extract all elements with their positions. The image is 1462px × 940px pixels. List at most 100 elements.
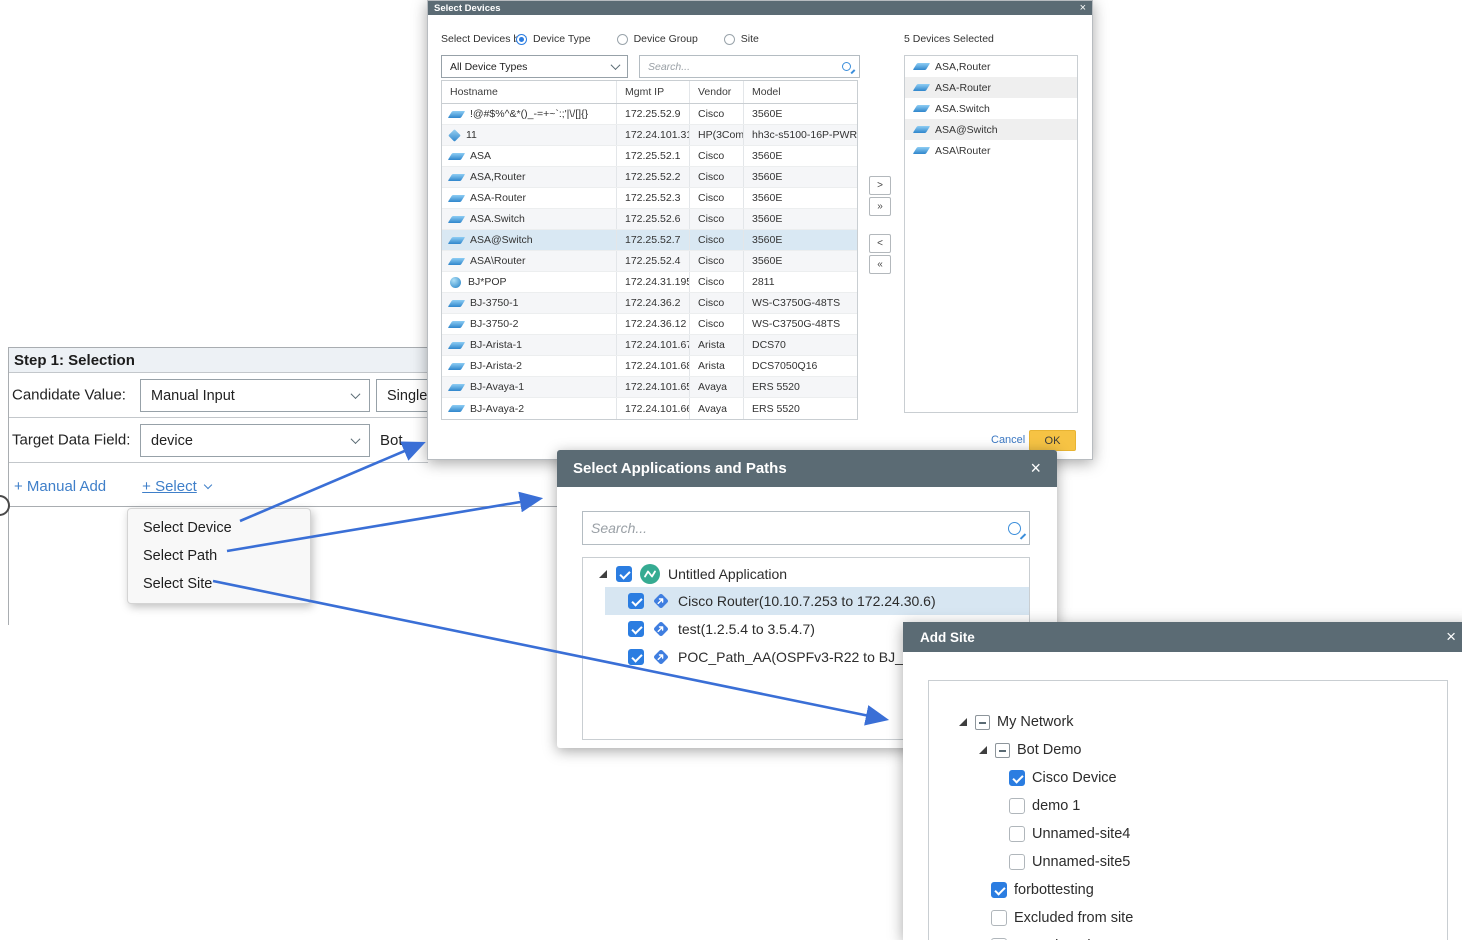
device-vendor: Cisco (690, 209, 744, 229)
radio-button[interactable] (723, 33, 735, 45)
device-model: 3560E (752, 150, 783, 162)
radio-button[interactable] (516, 33, 527, 45)
device-mgmt-ip: 172.24.36.12 (617, 314, 690, 334)
site-tree-row[interactable]: forbottesting (929, 876, 1447, 904)
tree-expander-icon[interactable] (599, 569, 608, 579)
close-icon[interactable]: × (1446, 627, 1456, 647)
column-header-model[interactable]: Model (744, 81, 857, 103)
device-vendor: Cisco (690, 272, 744, 292)
device-model: 3560E (752, 213, 783, 225)
device-table-row[interactable]: !@#$%^&*()_-=+~`:;'|\/[]{} 172.25.52.9 C… (442, 104, 857, 125)
device-vendor: HP(3Com) (690, 125, 744, 145)
device-hostname: BJ-Arista-1 (470, 339, 522, 351)
checkbox[interactable] (1009, 854, 1025, 870)
move-right-button[interactable]: > (869, 176, 891, 195)
tree-expander-icon[interactable] (959, 717, 968, 727)
close-icon[interactable]: × (1030, 458, 1041, 479)
checkbox[interactable] (628, 593, 644, 609)
site-label: My Network (997, 714, 1074, 730)
selected-device-row[interactable]: ASA\Router (905, 140, 1077, 161)
device-table-row[interactable]: ASA\Router 172.25.52.4 Cisco 3560E (442, 251, 857, 272)
device-hostname: BJ-Arista-2 (470, 360, 522, 372)
switch-icon (447, 215, 466, 223)
selected-device-row[interactable]: ASA-Router (905, 77, 1077, 98)
move-all-right-button[interactable]: » (869, 197, 891, 216)
checkbox[interactable] (991, 910, 1007, 926)
device-table: Hostname Mgmt IP Vendor Model !@#$%^&*()… (441, 80, 858, 420)
select-devices-title: Select Devices (434, 2, 501, 14)
menu-item[interactable]: Select Device (128, 514, 310, 542)
device-model: hh3c-s5100-16P-PWR-EI (752, 129, 857, 141)
selected-device-name: ASA,Router (935, 60, 991, 73)
device-model: 2811 (752, 276, 775, 288)
candidate-value-dropdown[interactable]: Manual Input (140, 379, 370, 412)
radio-option: Site (723, 33, 759, 45)
collapse-minus-icon[interactable] (995, 742, 1010, 758)
search-icon[interactable] (842, 62, 855, 74)
site-tree-row[interactable]: Unassigned (929, 932, 1447, 940)
manual-add-link[interactable]: + Manual Add (14, 478, 106, 495)
move-left-button[interactable]: < (869, 234, 891, 253)
path-icon (652, 648, 670, 666)
menu-item[interactable]: Select Site (128, 570, 310, 598)
site-tree-row[interactable]: Excluded from site (929, 904, 1447, 932)
menu-item[interactable]: Select Path (128, 542, 310, 570)
site-tree-row[interactable]: Unnamed-site5 (929, 848, 1447, 876)
checkbox[interactable] (616, 566, 632, 582)
target-data-field-dropdown[interactable]: device (140, 424, 370, 457)
chevron-down-icon (350, 389, 361, 400)
ok-button[interactable]: OK (1029, 430, 1076, 451)
device-table-row[interactable]: ASA-Router 172.25.52.3 Cisco 3560E (442, 188, 857, 209)
site-label: Cisco Device (1032, 770, 1117, 786)
column-header-mgmt-ip[interactable]: Mgmt IP (617, 81, 690, 103)
site-tree-row[interactable]: demo 1 (929, 792, 1447, 820)
column-header-hostname[interactable]: Hostname (442, 81, 617, 103)
tree-expander-icon[interactable] (979, 745, 988, 755)
checkbox[interactable] (1009, 770, 1025, 786)
device-search-input[interactable] (640, 60, 842, 73)
device-table-row[interactable]: BJ-Avaya-2 172.24.101.66 Avaya ERS 5520 (442, 398, 857, 419)
move-all-left-button[interactable]: « (869, 255, 891, 274)
device-table-row[interactable]: ASA@Switch 172.25.52.7 Cisco 3560E (442, 230, 857, 251)
device-table-row[interactable]: BJ-3750-2 172.24.36.12 Cisco WS-C3750G-4… (442, 314, 857, 335)
select-link[interactable]: + Select (142, 478, 197, 495)
site-tree-row[interactable]: My Network (929, 708, 1447, 736)
device-table-row[interactable]: BJ-Avaya-1 172.24.101.65 Avaya ERS 5520 (442, 377, 857, 398)
device-model: WS-C3750G-48TS (752, 318, 841, 330)
device-table-row[interactable]: BJ-Arista-2 172.24.101.68 Arista DCS7050… (442, 356, 857, 377)
application-root-row[interactable]: Untitled Application (583, 561, 1029, 587)
device-mgmt-ip: 172.25.52.9 (617, 104, 690, 124)
device-table-row[interactable]: ASA.Switch 172.25.52.6 Cisco 3560E (442, 209, 857, 230)
search-icon[interactable] (1008, 521, 1027, 540)
device-table-row[interactable]: BJ-Arista-1 172.24.101.67 Arista DCS70 (442, 335, 857, 356)
collapse-minus-icon[interactable] (975, 714, 990, 730)
device-table-row[interactable]: BJ-3750-1 172.24.36.2 Cisco WS-C3750G-48… (442, 293, 857, 314)
site-tree-row[interactable]: Cisco Device (929, 764, 1447, 792)
checkbox[interactable] (628, 649, 644, 665)
checkbox[interactable] (991, 882, 1007, 898)
site-tree-row[interactable]: Bot Demo (929, 736, 1447, 764)
applications-search-input[interactable] (583, 520, 1008, 536)
column-header-vendor[interactable]: Vendor (690, 81, 744, 103)
device-type-filter-value: All Device Types (450, 60, 528, 73)
selected-device-row[interactable]: ASA,Router (905, 56, 1077, 77)
close-icon[interactable]: × (1080, 2, 1086, 14)
radio-button[interactable] (616, 33, 628, 45)
device-hostname: ASA@Switch (470, 234, 533, 246)
site-tree-row[interactable]: Unnamed-site4 (929, 820, 1447, 848)
device-table-row[interactable]: BJ*POP 172.24.31.195 Cisco 2811 (442, 272, 857, 293)
device-vendor: Cisco (690, 167, 744, 187)
checkbox[interactable] (1009, 826, 1025, 842)
device-table-row[interactable]: 11 172.24.101.31 HP(3Com) hh3c-s5100-16P… (442, 125, 857, 146)
radio-option: Device Type (516, 33, 591, 45)
checkbox[interactable] (1009, 798, 1025, 814)
checkbox[interactable] (628, 621, 644, 637)
path-row[interactable]: Cisco Router(10.10.7.253 to 172.24.30.6) (605, 587, 1029, 615)
device-table-row[interactable]: ASA 172.25.52.1 Cisco 3560E (442, 146, 857, 167)
selected-device-row[interactable]: ASA@Switch (905, 119, 1077, 140)
device-type-filter-dropdown[interactable]: All Device Types (441, 55, 628, 78)
cancel-button[interactable]: Cancel (991, 434, 1025, 446)
device-table-row[interactable]: ASA,Router 172.25.52.2 Cisco 3560E (442, 167, 857, 188)
chevron-down-icon (350, 434, 361, 445)
selected-device-row[interactable]: ASA.Switch (905, 98, 1077, 119)
